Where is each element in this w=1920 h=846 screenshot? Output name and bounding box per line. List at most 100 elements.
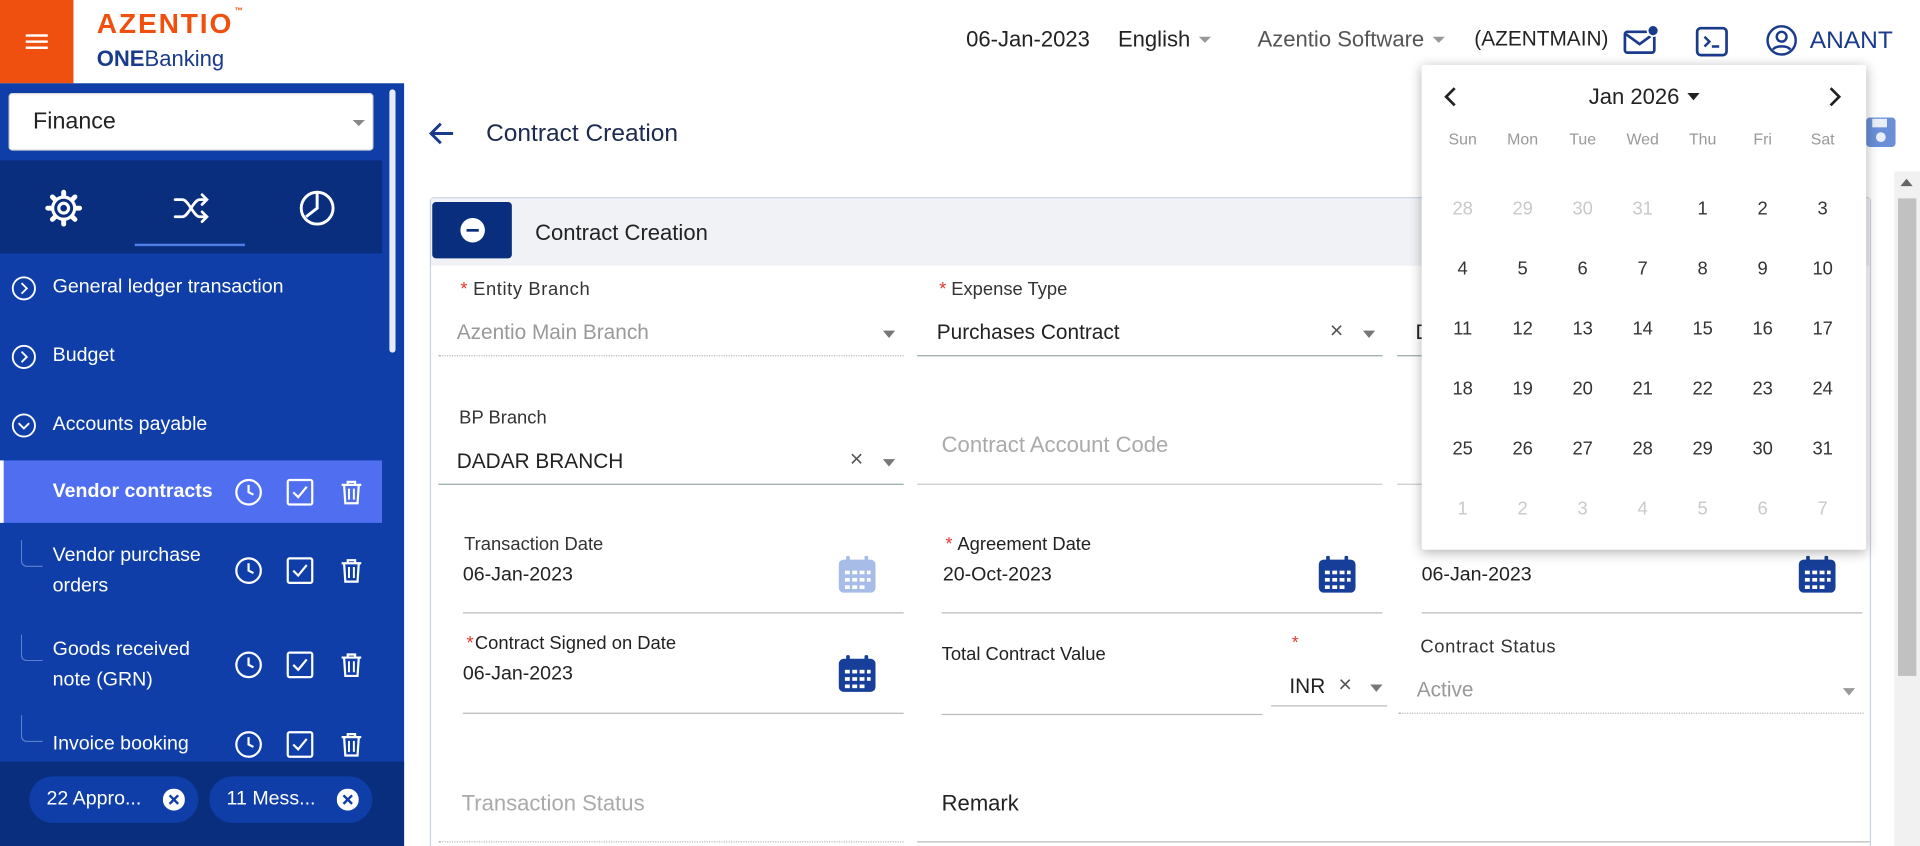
clear-expense-type-icon[interactable]: × — [1330, 320, 1344, 343]
calendar-day[interactable]: 9 — [1733, 239, 1793, 299]
calendar-day[interactable]: 23 — [1733, 359, 1793, 419]
calendar-day[interactable]: 12 — [1493, 299, 1553, 359]
chevron-down-icon[interactable] — [1362, 330, 1376, 338]
calendar-day[interactable]: 18 — [1433, 359, 1493, 419]
delete-trash-icon[interactable] — [337, 730, 366, 759]
month-year-selector[interactable]: Jan 2026 — [1422, 84, 1866, 110]
terminal-icon[interactable] — [1693, 23, 1730, 60]
approve-checkbox-icon[interactable] — [285, 556, 314, 585]
calendar-icon[interactable] — [836, 653, 878, 695]
calendar-day[interactable]: 11 — [1433, 299, 1493, 359]
delete-trash-icon[interactable] — [337, 478, 366, 507]
calendar-day[interactable]: 5 — [1493, 239, 1553, 299]
calendar-icon[interactable] — [1796, 553, 1838, 595]
approve-checkbox-icon[interactable] — [285, 650, 314, 679]
company-select[interactable]: Azentio Software — [1258, 27, 1446, 53]
language-select[interactable]: English — [1118, 27, 1212, 53]
calendar-day[interactable]: 28 — [1613, 419, 1673, 479]
collapse-section-button[interactable] — [432, 202, 512, 259]
calendar-day[interactable]: 3 — [1793, 179, 1853, 239]
calendar-day[interactable]: 6 — [1553, 239, 1613, 299]
calendar-day[interactable]: 27 — [1553, 419, 1613, 479]
currency-value[interactable]: INR — [1289, 675, 1325, 699]
calendar-day[interactable]: 25 — [1433, 419, 1493, 479]
calendar-day[interactable]: 21 — [1613, 359, 1673, 419]
hamburger-menu-button[interactable] — [0, 0, 74, 84]
history-clock-icon[interactable] — [234, 478, 263, 507]
dashboard-clock-icon[interactable] — [296, 187, 338, 229]
sidebar-item-accounts-payable[interactable]: Accounts payable — [0, 413, 382, 442]
calendar-day[interactable]: 31 — [1793, 419, 1853, 479]
sidebar-subitem-vendor-purchase-orders[interactable]: Vendor purchase orders — [0, 540, 382, 604]
calendar-day-outside-month: 2 — [1517, 498, 1528, 520]
chevron-down-icon[interactable] — [1370, 684, 1383, 692]
approvals-pill[interactable]: 22 Appro... — [29, 776, 199, 823]
expense-type-value[interactable]: Purchases Contract — [937, 321, 1120, 345]
clear-bp-branch-icon[interactable]: × — [850, 448, 864, 471]
calendar-day[interactable]: 30 — [1733, 419, 1793, 479]
calendar-day[interactable]: 24 — [1793, 359, 1853, 419]
calendar-day-outside-month: 5 — [1697, 498, 1708, 520]
calendar-day[interactable]: 1 — [1673, 179, 1733, 239]
calendar-day[interactable]: 17 — [1793, 299, 1853, 359]
close-circle-icon[interactable] — [336, 788, 359, 811]
calendar-day[interactable]: 26 — [1493, 419, 1553, 479]
approve-checkbox-icon[interactable] — [285, 478, 314, 507]
chevron-down-icon[interactable] — [882, 459, 896, 467]
user-menu[interactable]: ANANT — [1766, 24, 1893, 56]
bp-branch-underline — [438, 483, 904, 485]
calendar-day[interactable]: 4 — [1433, 239, 1493, 299]
required-asterisk: * — [1291, 631, 1299, 652]
close-circle-icon[interactable] — [162, 788, 185, 811]
save-icon[interactable] — [1864, 115, 1898, 149]
approve-checkbox-icon[interactable] — [285, 730, 314, 759]
total-contract-value-input[interactable] — [941, 713, 1263, 716]
delete-trash-icon[interactable] — [337, 650, 366, 679]
calendar-day[interactable]: 19 — [1493, 359, 1553, 419]
calendar-day[interactable]: 14 — [1613, 299, 1673, 359]
chevron-down-icon[interactable] — [882, 330, 896, 338]
transaction-date-underline — [462, 612, 904, 614]
agreement-date-value[interactable]: 20-Oct-2023 — [943, 564, 1052, 586]
calendar-icon[interactable] — [1316, 553, 1358, 595]
contract-signed-date-value[interactable]: 06-Jan-2023 — [463, 664, 573, 686]
delete-trash-icon[interactable] — [337, 556, 366, 585]
third-date-underline — [1421, 612, 1863, 614]
sidebar-subitem-invoice-booking[interactable]: Invoice booking — [0, 715, 382, 764]
calendar-day[interactable]: 15 — [1673, 299, 1733, 359]
contract-account-code-input[interactable]: Contract Account Code — [942, 432, 1169, 458]
scroll-up-arrow-icon[interactable] — [1900, 178, 1913, 187]
sidebar-item-budget[interactable]: Budget — [0, 344, 382, 373]
scrollbar-thumb[interactable] — [1897, 198, 1917, 676]
history-clock-icon[interactable] — [234, 556, 263, 585]
history-clock-icon[interactable] — [234, 730, 263, 759]
shuffle-icon[interactable] — [170, 187, 212, 229]
chevron-down-icon[interactable] — [1842, 688, 1856, 696]
calendar-day[interactable]: 20 — [1553, 359, 1613, 419]
messages-pill[interactable]: 11 Mess... — [209, 776, 373, 823]
calendar-icon[interactable] — [836, 553, 878, 595]
calendar-day[interactable]: 22 — [1673, 359, 1733, 419]
approvals-pill-label: 22 Appro... — [46, 788, 142, 810]
calendar-day[interactable]: 10 — [1793, 239, 1853, 299]
transaction-status-input[interactable]: Transaction Status — [462, 791, 645, 817]
sidebar-scrollbar[interactable] — [389, 89, 396, 353]
sidebar-subitem-goods-received-note[interactable]: Goods received note (GRN) — [0, 634, 382, 698]
calendar-day[interactable]: 7 — [1613, 239, 1673, 299]
bp-branch-value[interactable]: DADAR BRANCH — [457, 449, 624, 473]
calendar-day[interactable]: 8 — [1673, 239, 1733, 299]
module-select[interactable]: Finance — [8, 93, 374, 151]
calendar-day[interactable]: 16 — [1733, 299, 1793, 359]
calendar-day[interactable]: 29 — [1673, 419, 1733, 479]
calendar-day[interactable]: 2 — [1733, 179, 1793, 239]
third-date-value[interactable]: 06-Jan-2023 — [1422, 564, 1532, 586]
sidebar-item-general-ledger[interactable]: General ledger transaction — [0, 276, 382, 305]
history-clock-icon[interactable] — [234, 650, 263, 679]
remark-input[interactable] — [917, 841, 1870, 843]
clear-currency-icon[interactable]: × — [1338, 673, 1352, 696]
calendar-day[interactable]: 13 — [1553, 299, 1613, 359]
mail-notification-icon[interactable] — [1622, 23, 1660, 60]
back-arrow-icon[interactable] — [426, 118, 458, 150]
settings-gear-icon[interactable] — [43, 187, 85, 229]
next-month-chevron-icon[interactable] — [1822, 84, 1846, 108]
